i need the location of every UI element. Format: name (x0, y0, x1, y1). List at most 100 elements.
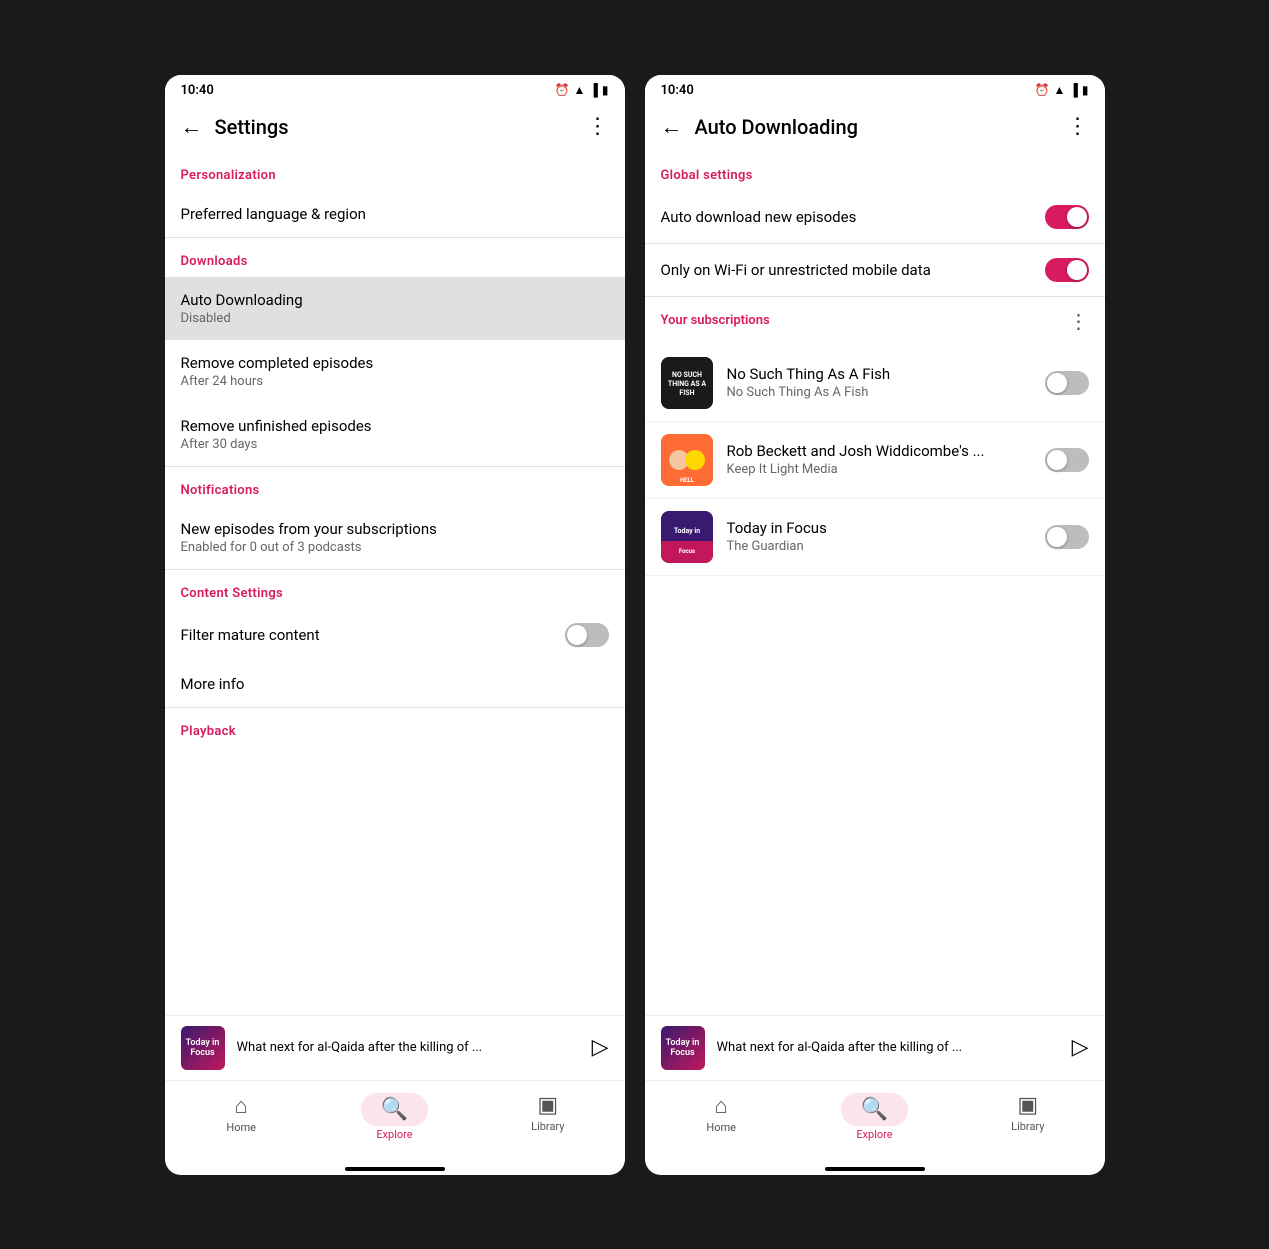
mini-player[interactable]: Today in Focus What next for al-Qaida af… (165, 1015, 625, 1080)
language-title: Preferred language & region (181, 205, 609, 223)
podcast-name-rob: Rob Beckett and Josh Widdicombe's ... (727, 442, 1045, 460)
explore-icon: 🔍 (381, 1097, 408, 1122)
wifi-only-toggle[interactable] (1045, 258, 1089, 282)
explore-highlight-2: 🔍 (841, 1093, 908, 1126)
nav-home-2[interactable]: ⌂ Home (645, 1089, 798, 1145)
section-header-content: Content Settings (165, 570, 625, 609)
podcast-toggle-rob[interactable] (1045, 448, 1089, 472)
svg-text:NO SUCH: NO SUCH (672, 371, 702, 379)
section-header-playback: Playback (165, 708, 625, 747)
podcast-author-fish: No Such Thing As A Fish (727, 385, 1045, 400)
subscriptions-more-button[interactable]: ⋮ (1069, 309, 1089, 333)
more-info-title: More info (181, 675, 609, 693)
remove-unfinished-title: Remove unfinished episodes (181, 417, 609, 435)
settings-item-remove-unfinished[interactable]: Remove unfinished episodes After 30 days (165, 403, 625, 466)
remove-completed-title: Remove completed episodes (181, 354, 609, 372)
podcast-item-rob[interactable]: HELL Rob Beckett and Josh Widdicombe's .… (645, 422, 1105, 499)
subscriptions-title: Your subscriptions (661, 313, 770, 328)
section-header-notifications: Notifications (165, 467, 625, 506)
settings-item-remove-completed[interactable]: Remove completed episodes After 24 hours (165, 340, 625, 403)
settings-item-language[interactable]: Preferred language & region (165, 191, 625, 237)
wifi-only-toggle-knob (1067, 260, 1087, 280)
podcast-author-focus: The Guardian (727, 539, 1045, 554)
explore-label-2: Explore (856, 1128, 892, 1141)
explore-icon-2: 🔍 (861, 1097, 888, 1122)
nav-library-2[interactable]: ▣ Library (951, 1089, 1104, 1145)
app-bar-2: ← Auto Downloading ⋮ (645, 102, 1105, 152)
settings-screen: 10:40 ⏰ ▲ ▐ ▮ ← Settings ⋮ Personalizati… (165, 75, 625, 1175)
signal-icon: ▐ (589, 83, 598, 97)
settings-item-more-info[interactable]: More info (165, 661, 625, 707)
play-button[interactable]: ▷ (592, 1035, 609, 1060)
svg-text:FISH: FISH (679, 389, 694, 397)
auto-download-toggle[interactable] (1045, 205, 1089, 229)
bottom-nav: ⌂ Home 🔍 Explore ▣ Library (165, 1080, 625, 1161)
wifi-icon-2: ▲ (1053, 83, 1065, 97)
nav-explore[interactable]: 🔍 Explore (318, 1089, 471, 1145)
more-options-button-2[interactable]: ⋮ (1067, 114, 1089, 139)
remove-completed-subtitle: After 24 hours (181, 374, 609, 389)
notifications-subtitle: Enabled for 0 out of 3 podcasts (181, 540, 609, 555)
home-indicator-2 (825, 1167, 925, 1171)
podcast-toggle-focus[interactable] (1045, 525, 1089, 549)
settings-item-filter[interactable]: Filter mature content (165, 609, 625, 661)
page-title: Settings (215, 115, 587, 139)
auto-downloading-screen: 10:40 ⏰ ▲ ▐ ▮ ← Auto Downloading ⋮ Globa… (645, 75, 1105, 1175)
podcast-author-rob: Keep It Light Media (727, 462, 1045, 477)
back-button[interactable]: ← (181, 114, 203, 140)
filter-toggle[interactable] (565, 623, 609, 647)
mini-player-2[interactable]: Today in Focus What next for al-Qaida af… (645, 1015, 1105, 1080)
auto-downloading-subtitle: Disabled (181, 311, 609, 326)
home-icon: ⌂ (235, 1093, 248, 1119)
home-label: Home (226, 1121, 256, 1134)
mini-player-title-2: What next for al-Qaida after the killing… (717, 1040, 1072, 1055)
wifi-only-toggle-row[interactable]: Only on Wi-Fi or unrestricted mobile dat… (645, 244, 1105, 296)
podcast-name-fish: No Such Thing As A Fish (727, 365, 1045, 383)
signal-icon-2: ▐ (1069, 83, 1078, 97)
bottom-nav-2: ⌂ Home 🔍 Explore ▣ Library (645, 1080, 1105, 1161)
status-icons-2: ⏰ ▲ ▐ ▮ (1035, 83, 1089, 97)
page-title-2: Auto Downloading (695, 115, 1067, 139)
podcast-info-focus: Today in Focus The Guardian (727, 519, 1045, 554)
toggle-knob (567, 625, 587, 645)
mini-player-title: What next for al-Qaida after the killing… (237, 1040, 592, 1055)
filter-title: Filter mature content (181, 626, 320, 644)
svg-text:Today in: Today in (673, 527, 699, 535)
subscriptions-header: Your subscriptions ⋮ (645, 297, 1105, 345)
explore-highlight: 🔍 (361, 1093, 428, 1126)
section-header-downloads: Downloads (165, 238, 625, 277)
library-icon-2: ▣ (1017, 1093, 1038, 1118)
nav-explore-2[interactable]: 🔍 Explore (798, 1089, 951, 1145)
podcast-info-rob: Rob Beckett and Josh Widdicombe's ... Ke… (727, 442, 1045, 477)
battery-icon: ▮ (602, 83, 609, 97)
auto-download-toggle-row[interactable]: Auto download new episodes (645, 191, 1105, 243)
settings-item-auto-downloading[interactable]: Auto Downloading Disabled (165, 277, 625, 340)
settings-item-notifications[interactable]: New episodes from your subscriptions Ena… (165, 506, 625, 569)
explore-label: Explore (376, 1128, 412, 1141)
nav-home[interactable]: ⌂ Home (165, 1089, 318, 1145)
battery-icon-2: ▮ (1082, 83, 1089, 97)
toggle-knob-rob (1047, 450, 1067, 470)
status-time: 10:40 (181, 83, 214, 98)
filter-text: Filter mature content (181, 626, 320, 644)
podcast-item-focus[interactable]: Today in Focus Today in Focus The Guardi… (645, 499, 1105, 576)
alarm-icon: ⏰ (555, 83, 570, 97)
podcast-name-focus: Today in Focus (727, 519, 1045, 537)
settings-content: Personalization Preferred language & reg… (165, 152, 625, 1015)
back-button-2[interactable]: ← (661, 114, 683, 140)
library-label-2: Library (1011, 1120, 1044, 1133)
play-button-2[interactable]: ▷ (1072, 1035, 1089, 1060)
more-options-button[interactable]: ⋮ (587, 114, 609, 139)
mini-player-art-inner-2: Today in Focus (661, 1026, 705, 1070)
library-icon: ▣ (537, 1093, 558, 1118)
podcast-toggle-fish[interactable] (1045, 371, 1089, 395)
toggle-knob-fish (1047, 373, 1067, 393)
remove-unfinished-subtitle: After 30 days (181, 437, 609, 452)
podcast-art-rob: HELL (661, 434, 713, 486)
library-label: Library (531, 1120, 564, 1133)
nav-library[interactable]: ▣ Library (471, 1089, 624, 1145)
mini-player-art: Today in Focus (181, 1026, 225, 1070)
podcast-item-fish[interactable]: NO SUCH THING AS A FISH No Such Thing As… (645, 345, 1105, 422)
status-bar-2: 10:40 ⏰ ▲ ▐ ▮ (645, 75, 1105, 102)
auto-downloading-title: Auto Downloading (181, 291, 609, 309)
